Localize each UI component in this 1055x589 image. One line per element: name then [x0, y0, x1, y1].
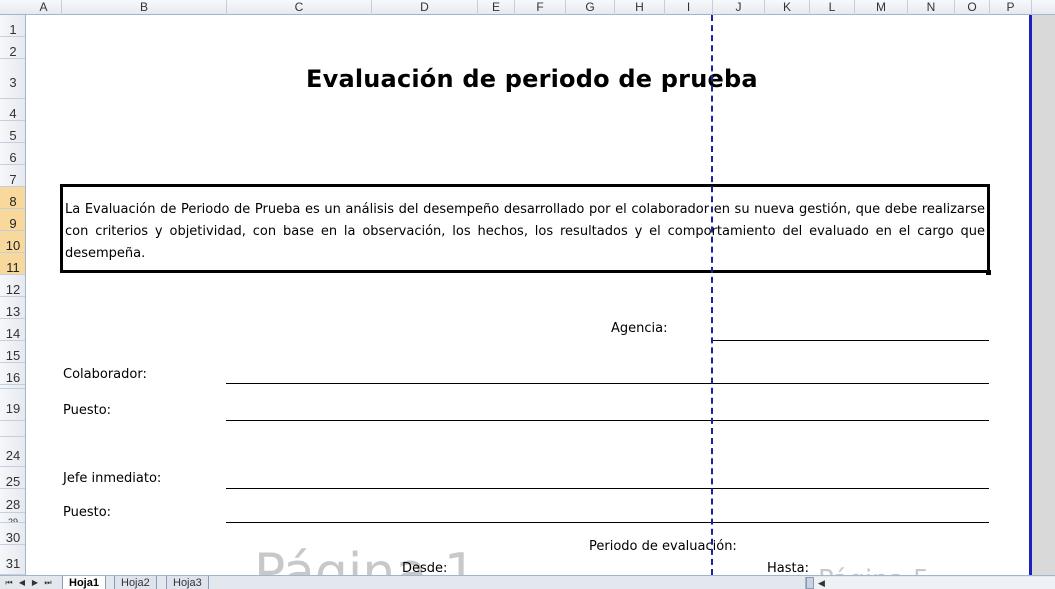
periodo-evaluacion-label: Periodo de evaluación: — [589, 539, 737, 554]
colaborador-label: Colaborador: — [63, 367, 147, 382]
column-header-n[interactable]: N — [908, 0, 955, 15]
sheet-tab-bar: ⏮ ◀ ▶ ⏭ Hoja1 Hoja2 Hoja3 ◀ — [0, 575, 1055, 589]
page-5-watermark: Página 5 — [818, 565, 929, 575]
column-header-l[interactable]: L — [810, 0, 855, 15]
row-header-30[interactable]: 30 — [0, 523, 25, 545]
page-break-line[interactable] — [711, 15, 713, 575]
row-header-2[interactable]: 2 — [0, 37, 25, 59]
row-header-12[interactable]: 12 — [0, 275, 25, 297]
column-header-bar: ABCDEFGHIJKLMNOP — [0, 0, 1055, 15]
agencia-field-line[interactable] — [712, 340, 989, 341]
column-header-p[interactable]: P — [990, 0, 1032, 15]
colaborador-field-line[interactable] — [226, 383, 989, 384]
row-header-13[interactable]: 13 — [0, 297, 25, 319]
row-header-19[interactable]: 19 — [0, 389, 25, 421]
puesto-jefe-label: Puesto: — [63, 505, 112, 520]
column-header-i[interactable]: I — [665, 0, 713, 15]
row-header-5[interactable]: 5 — [0, 121, 25, 143]
row-header-10[interactable]: 10 — [0, 231, 25, 253]
sheet-tab-hoja1[interactable]: Hoja1 — [62, 576, 106, 589]
column-header-b[interactable]: B — [62, 0, 227, 15]
puesto-label: Puesto: — [63, 403, 112, 418]
last-sheet-icon[interactable]: ⏭ — [42, 577, 54, 589]
worksheet-page[interactable]: Evaluación de periodo de prueba La Evalu… — [26, 15, 1032, 575]
row-header-25[interactable]: 25 — [0, 467, 25, 489]
scrollbar-thumb[interactable] — [806, 577, 814, 589]
agencia-label: Agencia: — [611, 321, 668, 336]
sheet-tab-hoja2[interactable]: Hoja2 — [114, 576, 157, 589]
desde-label: Desde: — [402, 561, 448, 575]
column-header-e[interactable]: E — [478, 0, 515, 15]
intro-text-box[interactable]: La Evaluación de Periodo de Prueba es un… — [60, 184, 990, 273]
scroll-left-icon[interactable]: ◀ — [818, 577, 825, 589]
next-sheet-icon[interactable]: ▶ — [29, 577, 41, 589]
column-header-c[interactable]: C — [227, 0, 372, 15]
column-header-j[interactable]: J — [713, 0, 765, 15]
column-header-m[interactable]: M — [855, 0, 908, 15]
row-header-7[interactable]: 7 — [0, 165, 25, 187]
fill-handle[interactable] — [986, 270, 991, 275]
row-header-1[interactable]: 1 — [0, 15, 25, 37]
column-header-o[interactable]: O — [955, 0, 990, 15]
row-header-31[interactable]: 31 — [0, 545, 25, 575]
row-header-15[interactable]: 15 — [0, 341, 25, 363]
column-header-d[interactable]: D — [372, 0, 478, 15]
jefe-inmediato-label: Jefe inmediato: — [63, 471, 162, 486]
outside-print-area — [1032, 15, 1055, 575]
jefe-inmediato-field-line[interactable] — [226, 488, 989, 489]
intro-text: La Evaluación de Periodo de Prueba es un… — [65, 202, 985, 261]
row-header-8[interactable]: 8 — [0, 187, 25, 209]
sheet-tab-hoja3[interactable]: Hoja3 — [166, 576, 209, 589]
first-sheet-icon[interactable]: ⏮ — [3, 577, 15, 589]
row-header-9[interactable]: 9 — [0, 209, 25, 231]
row-header-14[interactable]: 14 — [0, 319, 25, 341]
column-header-k[interactable]: K — [765, 0, 810, 15]
column-header-a[interactable]: A — [26, 0, 62, 15]
document-title: Evaluación de periodo de prueba — [306, 65, 758, 93]
row-header-3[interactable]: 3 — [0, 59, 25, 99]
horizontal-scrollbar[interactable]: ◀ — [805, 577, 1055, 589]
row-header-4[interactable]: 4 — [0, 99, 25, 121]
row-header-bar: 1 2 3 4 5 6 7 8 9 10 11 12 13 14 15 16 19 24 25 28 29 30 31 — [0, 15, 26, 575]
prev-sheet-icon[interactable]: ◀ — [16, 577, 28, 589]
column-header-h[interactable]: H — [615, 0, 665, 15]
row-header-29[interactable]: 29 — [0, 513, 25, 523]
puesto-field-line[interactable] — [226, 420, 989, 421]
puesto-jefe-field-line[interactable] — [226, 522, 989, 523]
column-header-g[interactable]: G — [566, 0, 615, 15]
row-header-24[interactable]: 24 — [0, 437, 25, 467]
column-header-f[interactable]: F — [515, 0, 566, 15]
hasta-label: Hasta: — [767, 561, 809, 575]
row-header-6[interactable]: 6 — [0, 143, 25, 165]
row-header-28[interactable]: 28 — [0, 489, 25, 513]
row-header-11[interactable]: 11 — [0, 253, 25, 275]
row-header-16[interactable]: 16 — [0, 363, 25, 385]
row-header[interactable] — [0, 421, 25, 437]
